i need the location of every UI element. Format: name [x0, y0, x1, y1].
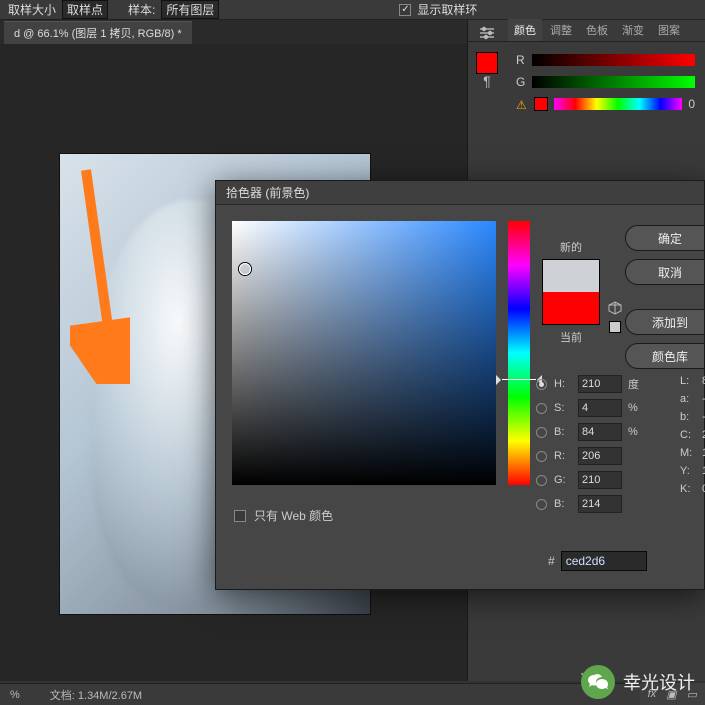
- field-s[interactable]: [578, 399, 622, 417]
- show-sampling-ring: ✓ 显示取样环: [399, 1, 477, 18]
- slider-val: 0: [688, 97, 695, 111]
- new-color-label: 新的: [542, 239, 600, 255]
- sample-size-group: 取样大小 取样点: [8, 0, 108, 19]
- color-panel-tabs: 颜色 调整 色板 渐变 图案: [468, 20, 705, 42]
- gamut-indicators: [608, 301, 622, 333]
- nearest-swatch[interactable]: [609, 321, 621, 333]
- cube-icon[interactable]: [608, 301, 622, 315]
- picker-title[interactable]: 拾色器 (前景色): [216, 181, 704, 205]
- color-picker-dialog: 拾色器 (前景色) 新的 当前 确定 取消 添加到 颜色库 H:度: [215, 180, 705, 590]
- slider-g[interactable]: [532, 76, 695, 88]
- show-ring-label: 显示取样环: [417, 1, 477, 18]
- field-hex[interactable]: [561, 551, 647, 571]
- sliders-icon[interactable]: [478, 26, 496, 40]
- doc-size-readout: 文档: 1.34M/2.67M: [50, 687, 142, 703]
- web-only-row: 只有 Web 颜色: [234, 507, 333, 524]
- radio-s[interactable]: [536, 403, 547, 414]
- show-ring-checkbox[interactable]: ✓: [399, 4, 411, 16]
- radio-h[interactable]: [536, 379, 547, 390]
- field-r[interactable]: [578, 447, 622, 465]
- sv-cursor-icon: [239, 263, 251, 275]
- color-panel: R G ⚠ 0: [468, 42, 705, 128]
- hex-field-row: #: [548, 551, 647, 571]
- radio-g[interactable]: [536, 475, 547, 486]
- tab-adjustments[interactable]: 调整: [544, 19, 578, 41]
- tab-color[interactable]: 颜色: [508, 19, 542, 41]
- slider-g-label: G: [516, 75, 526, 89]
- watermark: ⋮ 幸光设计: [581, 665, 695, 699]
- current-color-label: 当前: [542, 329, 600, 345]
- document-tab[interactable]: d @ 66.1% (图层 1 拷贝, RGB/8) *: [4, 21, 192, 44]
- tab-patterns[interactable]: 图案: [652, 19, 686, 41]
- radio-bv[interactable]: [536, 427, 547, 438]
- sample-group: 样本: 所有图层: [128, 0, 219, 19]
- field-g[interactable]: [578, 471, 622, 489]
- watermark-text: 幸光设计: [623, 669, 695, 695]
- tab-gradients[interactable]: 渐变: [616, 19, 650, 41]
- sample-label: 样本:: [128, 1, 155, 18]
- web-only-label: 只有 Web 颜色: [254, 507, 333, 524]
- field-h[interactable]: [578, 375, 622, 393]
- field-bv[interactable]: [578, 423, 622, 441]
- add-swatch-button[interactable]: 添加到: [625, 309, 705, 335]
- sample-dropdown[interactable]: 所有图层: [161, 0, 219, 19]
- preview-swatch[interactable]: [542, 259, 600, 325]
- tab-swatches[interactable]: 色板: [580, 19, 614, 41]
- sample-size-dropdown[interactable]: 取样点: [62, 0, 108, 19]
- options-bar: 取样大小 取样点 样本: 所有图层 ✓ 显示取样环: [0, 0, 705, 20]
- gamut-swatch[interactable]: [534, 97, 548, 111]
- wechat-icon: [581, 665, 615, 699]
- lab-cmyk-fields: L:8 a:- b:- C:2 M:1 Y:1 K:0: [662, 375, 705, 495]
- hue-slider[interactable]: [508, 221, 530, 485]
- zoom-readout[interactable]: %: [10, 689, 20, 701]
- web-only-checkbox[interactable]: [234, 510, 246, 522]
- saturation-value-field[interactable]: [232, 221, 496, 485]
- hex-hash: #: [548, 554, 555, 568]
- new-current-preview: 新的 当前: [542, 239, 600, 349]
- radio-r[interactable]: [536, 451, 547, 462]
- hue-pointer-icon: [502, 379, 536, 380]
- slider-r[interactable]: [532, 54, 695, 66]
- ok-button[interactable]: 确定: [625, 225, 705, 251]
- radio-b[interactable]: [536, 499, 547, 510]
- fg-bg-swatch[interactable]: [476, 52, 498, 74]
- slider-hue[interactable]: [554, 98, 682, 110]
- slider-r-label: R: [516, 53, 526, 67]
- color-libraries-button[interactable]: 颜色库: [625, 343, 705, 369]
- gamut-warning-icon: ⚠: [516, 98, 528, 110]
- picker-buttons: 确定 取消 添加到 颜色库: [625, 225, 705, 369]
- cancel-button[interactable]: 取消: [625, 259, 705, 285]
- field-b[interactable]: [578, 495, 622, 513]
- sample-size-label: 取样大小: [8, 1, 56, 18]
- hsb-rgb-fields: H:度 S:% B:% R: G: B:: [536, 375, 646, 513]
